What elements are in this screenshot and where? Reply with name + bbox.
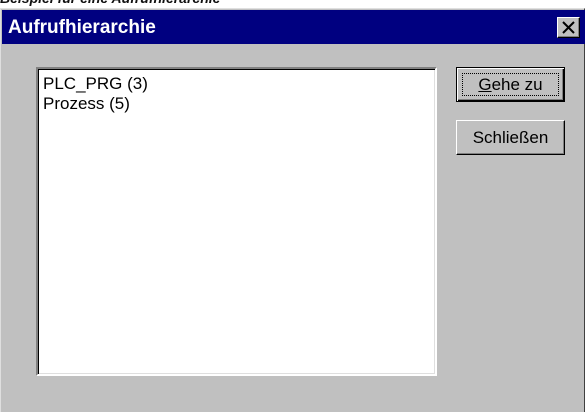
list-item[interactable]: Prozess (5) xyxy=(43,94,435,114)
goto-accelerator: G xyxy=(478,75,492,94)
close-window-button[interactable] xyxy=(557,17,580,38)
goto-button[interactable]: Gehe zu xyxy=(456,67,565,102)
close-button-label: Schließen xyxy=(472,128,549,147)
call-hierarchy-dialog: Aufrufhierarchie PLC_PRG (3) Prozess (5)… xyxy=(0,8,585,412)
goto-button-label: Gehe zu xyxy=(478,75,542,94)
title-bar[interactable]: Aufrufhierarchie xyxy=(2,10,585,44)
dialog-title: Aufrufhierarchie xyxy=(8,17,156,38)
close-button[interactable]: Schließen xyxy=(456,120,565,155)
goto-label-rest: ehe zu xyxy=(491,75,543,94)
close-icon xyxy=(562,21,575,34)
list-item[interactable]: PLC_PRG (3) xyxy=(43,74,435,94)
screen: Beispiel für eine Aufrufhierarchie Aufru… xyxy=(0,0,587,412)
call-hierarchy-list[interactable]: PLC_PRG (3) Prozess (5) xyxy=(36,67,437,376)
